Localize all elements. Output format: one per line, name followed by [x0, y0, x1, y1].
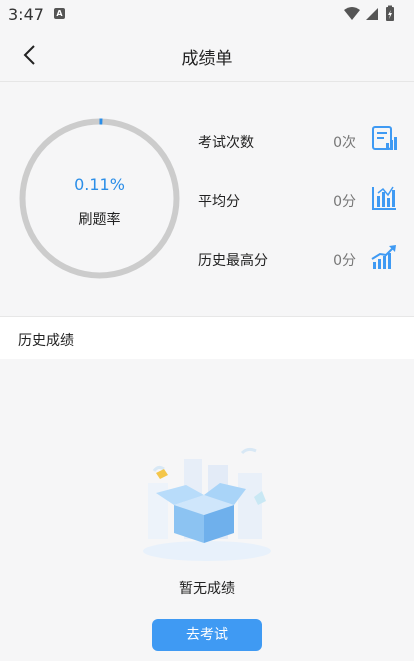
practice-rate-value: 0.11% [74, 175, 125, 194]
stat-label: 考试次数 [198, 135, 254, 151]
stat-row-exam-count: 考试次数 0次 [198, 121, 402, 161]
bar-chart-icon [372, 186, 396, 210]
stat-value: 0分 [333, 194, 356, 210]
empty-state-text: 暂无成绩 [179, 581, 235, 597]
status-icons [344, 5, 394, 21]
notification-icon: A [54, 8, 65, 19]
history-title: 历史成绩 [18, 333, 74, 349]
battery-icon [386, 5, 394, 21]
report-icon [372, 126, 397, 150]
page-title: 成绩单 [181, 49, 233, 69]
trend-up-icon [371, 245, 396, 269]
progress-ring [19, 118, 180, 279]
stat-label: 历史最高分 [198, 253, 268, 269]
stat-value: 0分 [333, 253, 356, 269]
status-bar: 3:47 A [0, 0, 414, 28]
app-header: 成绩单 [0, 28, 414, 82]
stats-panel: 0.11% 刷题率 考试次数 0次 平均分 0分 历史最高分 0分 [0, 83, 414, 315]
signal-icon [366, 8, 378, 20]
practice-rate-ring: 0.11% 刷题率 [18, 117, 181, 280]
history-section-header: 历史成绩 [0, 316, 414, 359]
start-exam-button[interactable]: 去考试 [152, 619, 262, 651]
stat-row-average: 平均分 0分 [198, 180, 402, 220]
stat-label: 平均分 [198, 194, 240, 210]
stat-row-highest: 历史最高分 0分 [198, 239, 402, 279]
empty-box-illustration [143, 447, 271, 561]
stat-value: 0次 [333, 135, 356, 151]
practice-rate-label: 刷题率 [78, 212, 121, 228]
status-time: 3:47 [8, 5, 44, 24]
ring-track [19, 118, 180, 279]
history-empty-state: 暂无成绩 去考试 [0, 359, 414, 661]
wifi-icon [344, 7, 360, 20]
